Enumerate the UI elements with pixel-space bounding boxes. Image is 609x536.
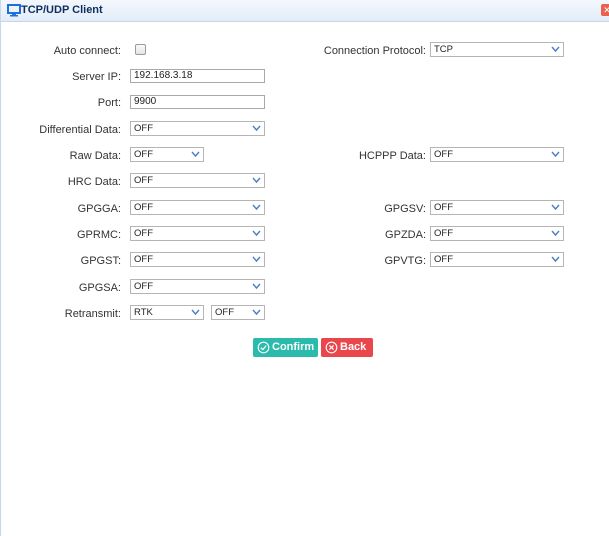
chevron-down-icon [252,256,261,263]
gpzda-select[interactable]: OFF [430,226,564,241]
port-label: Port: [97,97,121,109]
hcppp-data-value: OFF [434,149,453,160]
confirm-label: Confirm [272,341,315,353]
gpzda-label: GPZDA: [385,229,426,241]
gprmc-select[interactable]: OFF [130,226,265,241]
dialog-title: TCP/UDP Client [21,4,103,16]
gpgga-select[interactable]: OFF [130,200,265,215]
raw-data-label: Raw Data: [69,150,121,162]
auto-connect-label: Auto connect: [53,45,121,57]
hcppp-data-label: HCPPP Data: [358,150,426,162]
monitor-icon [7,4,21,17]
back-button[interactable]: Back [321,338,373,357]
gprmc-value: OFF [134,228,153,239]
gpgsa-label: GPGSA: [78,282,121,294]
gpgsv-select[interactable]: OFF [430,200,564,215]
gpgga-value: OFF [134,202,153,213]
connection-protocol-value: TCP [434,44,453,55]
hrc-data-value: OFF [134,175,153,186]
retransmit-label: Retransmit: [64,308,121,320]
chevron-down-icon [252,230,261,237]
gprmc-label: GPRMC: [77,229,121,241]
chevron-down-icon [252,283,261,290]
differential-data-label: Differential Data: [39,124,121,136]
raw-data-select[interactable]: OFF [130,147,204,162]
gpgst-select[interactable]: OFF [130,252,265,267]
hrc-data-select[interactable]: OFF [130,173,265,188]
gpgga-label: GPGGA: [77,203,121,215]
chevron-down-icon [252,309,261,316]
gpgsa-value: OFF [134,281,153,292]
hcppp-data-select[interactable]: OFF [430,147,564,162]
server-ip-input[interactable]: 192.168.3.18 [130,69,265,83]
port-input[interactable]: 9900 [130,95,265,109]
gpgst-value: OFF [134,254,153,265]
gpvtg-select[interactable]: OFF [430,252,564,267]
hrc-data-label: HRC Data: [67,176,121,188]
gpgst-label: GPGST: [80,255,121,267]
retransmit-state-select[interactable]: OFF [211,305,265,320]
differential-data-select[interactable]: OFF [130,121,265,136]
retransmit-type-select[interactable]: RTK [130,305,204,320]
gpgsv-value: OFF [434,202,453,213]
close-icon[interactable]: ✕ [601,4,609,16]
title-bar: TCP/UDP Client ✕ [1,0,609,22]
connection-protocol-label: Connection Protocol: [323,45,426,57]
differential-data-value: OFF [134,123,153,134]
back-label: Back [340,341,367,353]
chevron-down-icon [551,151,560,158]
check-circle-icon [257,341,270,354]
chevron-down-icon [551,230,560,237]
auto-connect-checkbox[interactable] [135,44,146,55]
raw-data-value: OFF [134,149,153,160]
retransmit-type-value: RTK [134,307,153,318]
gpzda-value: OFF [434,228,453,239]
x-circle-icon [325,341,338,354]
chevron-down-icon [551,204,560,211]
gpvtg-label: GPVTG: [384,255,426,267]
chevron-down-icon [252,204,261,211]
tcp-udp-client-dialog: TCP/UDP Client ✕ Auto connect: Connectio… [0,0,609,536]
chevron-down-icon [551,256,560,263]
chevron-down-icon [191,151,200,158]
chevron-down-icon [252,177,261,184]
connection-protocol-select[interactable]: TCP [430,42,564,57]
chevron-down-icon [252,125,261,132]
retransmit-state-value: OFF [215,307,234,318]
gpgsv-label: GPGSV: [384,203,426,215]
gpgsa-select[interactable]: OFF [130,279,265,294]
gpvtg-value: OFF [434,254,453,265]
chevron-down-icon [191,309,200,316]
confirm-button[interactable]: Confirm [253,338,318,357]
server-ip-label: Server IP: [72,71,121,83]
chevron-down-icon [551,46,560,53]
